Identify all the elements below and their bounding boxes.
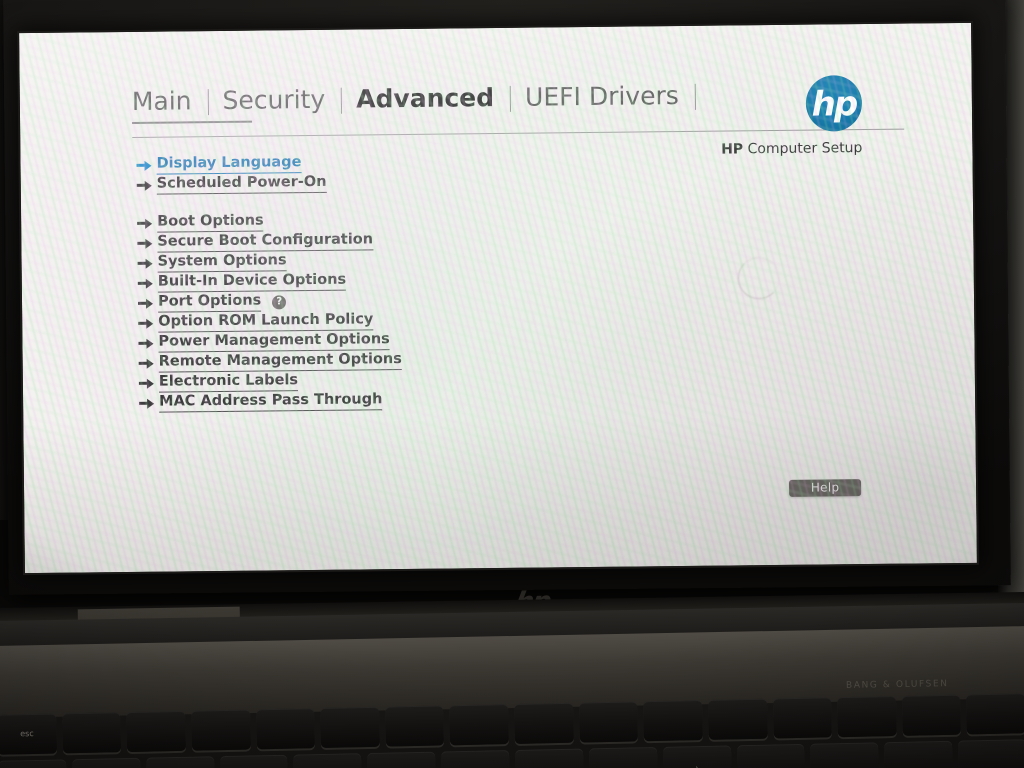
key-f5[interactable] bbox=[320, 706, 380, 748]
help-button[interactable]: Help bbox=[788, 479, 862, 497]
key-2[interactable] bbox=[145, 756, 215, 768]
key-f7[interactable] bbox=[449, 704, 509, 746]
bios-ui-root: Main Security Advanced UEFI Drivers hp H… bbox=[19, 23, 977, 573]
right-arrow-bullet-icon bbox=[137, 376, 159, 390]
right-arrow-bullet-icon bbox=[136, 336, 158, 350]
bios-screen: Main Security Advanced UEFI Drivers hp H… bbox=[19, 22, 977, 574]
tab-separator-4 bbox=[694, 83, 696, 110]
hp-logo-icon: hp bbox=[805, 75, 863, 132]
right-arrow-bullet-icon bbox=[135, 178, 157, 192]
photo-frame: hp Main Security Advanced UEFI Drivers bbox=[0, 0, 1024, 768]
key-esc[interactable]: esc bbox=[0, 713, 57, 755]
key-f2[interactable] bbox=[126, 710, 186, 753]
right-arrow-bullet-icon bbox=[136, 256, 158, 270]
key-0[interactable] bbox=[736, 743, 806, 768]
menu-item-label: Port Options bbox=[157, 292, 262, 313]
key-5[interactable]: % bbox=[367, 751, 437, 768]
right-arrow-bullet-icon bbox=[137, 396, 159, 410]
key-7[interactable]: / bbox=[515, 748, 584, 768]
menu-item-label: Boot Options bbox=[157, 212, 264, 233]
right-arrow-bullet-icon bbox=[135, 216, 157, 230]
key-8[interactable]: ( bbox=[588, 746, 658, 768]
key-backtick[interactable] bbox=[0, 759, 67, 768]
right-arrow-bullet-icon bbox=[136, 296, 158, 310]
key-equals[interactable] bbox=[884, 740, 954, 768]
menu-item-label: Scheduled Power-On bbox=[156, 173, 327, 195]
menu-item-scheduled-power-on[interactable]: Scheduled Power-On bbox=[135, 171, 555, 195]
key-f12[interactable] bbox=[772, 697, 833, 739]
menu-item-label: Remote Management Options bbox=[158, 351, 402, 373]
key-print-screen[interactable] bbox=[837, 695, 897, 738]
product-name-brand: HP bbox=[721, 141, 744, 158]
key-f9[interactable] bbox=[578, 701, 639, 743]
tab-advanced[interactable]: Advanced bbox=[342, 83, 510, 118]
key-backspace[interactable] bbox=[958, 739, 1024, 768]
key-delete[interactable] bbox=[966, 693, 1024, 735]
menu-item-label: Option ROM Launch Policy bbox=[158, 311, 374, 333]
menu-item-label: Electronic Labels bbox=[158, 372, 299, 393]
key-home[interactable] bbox=[901, 694, 962, 736]
menu-item-label: MAC Address Pass Through bbox=[159, 391, 383, 413]
menu-item-label: System Options bbox=[157, 252, 287, 273]
key-f1[interactable] bbox=[61, 712, 122, 754]
key-6[interactable]: & bbox=[441, 750, 511, 768]
key-f6[interactable] bbox=[384, 705, 445, 747]
product-name-rest: Computer Setup bbox=[743, 140, 863, 158]
menu-item-label: Power Management Options bbox=[158, 331, 390, 353]
right-arrow-bullet-icon bbox=[134, 158, 156, 172]
tab-security[interactable]: Security bbox=[208, 85, 341, 119]
right-arrow-bullet-icon bbox=[136, 276, 158, 290]
help-question-mark-icon[interactable]: ? bbox=[272, 294, 287, 309]
menu-item-label: Secure Boot Configuration bbox=[157, 231, 374, 253]
tab-main[interactable]: Main bbox=[132, 86, 208, 120]
right-arrow-bullet-icon bbox=[136, 316, 158, 330]
key-minus[interactable] bbox=[810, 742, 880, 768]
tab-uefi-drivers[interactable]: UEFI Drivers bbox=[511, 81, 695, 116]
header-divider bbox=[132, 128, 905, 138]
key-f10[interactable] bbox=[643, 700, 703, 742]
right-arrow-bullet-icon bbox=[137, 356, 159, 370]
tab-main-underline bbox=[132, 120, 253, 124]
right-arrow-bullet-icon bbox=[135, 236, 157, 250]
laptop-screen: Main Security Advanced UEFI Drivers hp H… bbox=[19, 22, 977, 574]
key-1[interactable] bbox=[72, 757, 141, 768]
key-f11[interactable] bbox=[707, 698, 768, 740]
key-f3[interactable] bbox=[191, 709, 251, 751]
tab-bar: Main Security Advanced UEFI Drivers bbox=[132, 71, 752, 120]
menu-item-mac-address-pass-through[interactable]: MAC Address Pass Through bbox=[137, 389, 557, 413]
menu-item-label: Display Language bbox=[156, 154, 302, 175]
key-9[interactable]: ) bbox=[662, 745, 732, 768]
hp-logo-glyph: hp bbox=[811, 84, 857, 125]
menu-item-label: Built-In Device Options bbox=[157, 271, 347, 293]
key-3[interactable] bbox=[219, 754, 289, 768]
key-f4[interactable] bbox=[255, 708, 316, 750]
bang-olufsen-brand: BANG & OLUFSEN bbox=[845, 679, 949, 691]
advanced-menu-list: Display Language Scheduled Power-On Boot… bbox=[134, 151, 557, 414]
key-f8[interactable] bbox=[514, 702, 574, 744]
key-4[interactable]: $ bbox=[293, 753, 363, 768]
product-name: HP Computer Setup bbox=[721, 140, 862, 158]
